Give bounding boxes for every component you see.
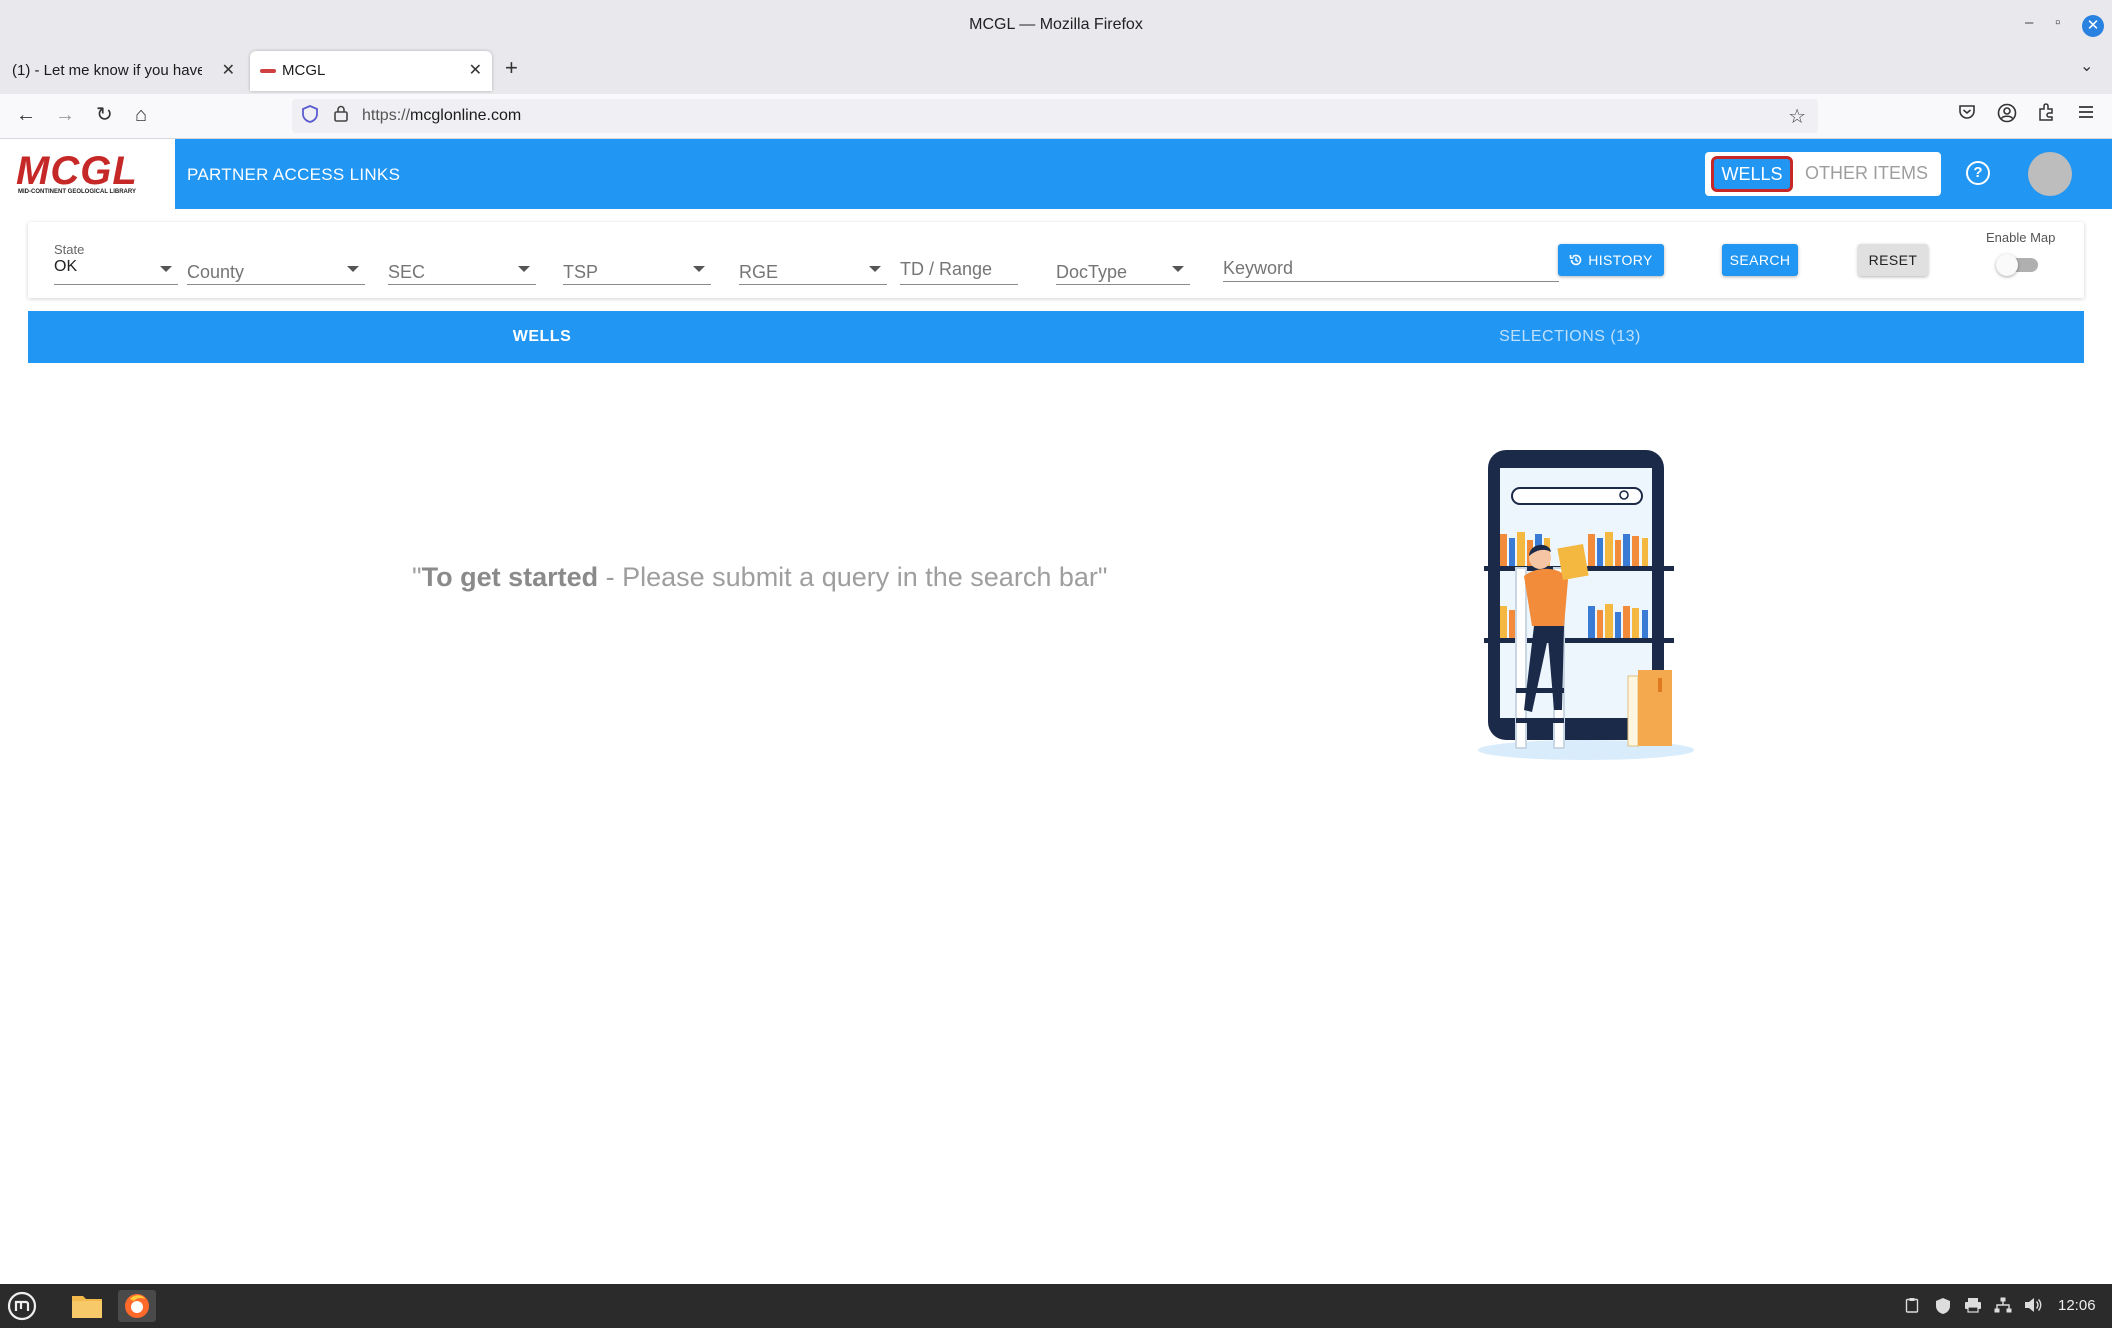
keyword-input[interactable]: Keyword [1223,222,1559,298]
history-label: HISTORY [1588,252,1653,268]
county-select[interactable]: County [187,222,365,298]
url-text[interactable]: https://mcglonline.com [362,107,521,125]
bookmark-star-icon[interactable]: ☆ [1788,104,1806,129]
tsp-placeholder: TSP [563,262,599,282]
library-illustration [1476,448,1706,763]
logo-subtitle: MID-CONTINENT GEOLOGICAL LIBRARY [18,189,136,195]
state-select[interactable]: State OK [54,222,178,298]
history-icon [1569,254,1582,266]
history-button[interactable]: HISTORY [1558,244,1664,276]
sec-placeholder: SEC [388,262,426,282]
keyword-placeholder: Keyword [1223,258,1294,278]
app-header: MCGL MID-CONTINENT GEOLOGICAL LIBRARY PA… [0,139,2112,209]
taskbar-clock[interactable]: 12:06 [2058,1297,2096,1314]
window-title: MCGL — Mozilla Firefox [969,16,1143,33]
td-range-input[interactable]: TD / Range [900,222,1018,298]
doctype-placeholder: DocType [1056,262,1128,282]
navigation-toolbar: ← → ↻ ⌂ https://mcglonline.com ☆ [0,94,2112,139]
tracking-protection-shield-icon[interactable] [302,105,318,128]
list-all-tabs-icon[interactable]: ⌄ [2080,56,2093,76]
pocket-icon[interactable] [1958,103,1976,127]
volume-icon[interactable] [2024,1297,2042,1318]
window-close-button[interactable]: ✕ [2082,15,2104,37]
menu-icon[interactable] [2077,103,2095,126]
logo-wordmark: MCGL [16,149,138,193]
mcgl-favicon-icon [260,69,276,73]
results-tabs: WELLS SELECTIONS (13) [28,311,2084,363]
partner-access-links[interactable]: PARTNER ACCESS LINKS [187,165,400,185]
tab-selections[interactable]: SELECTIONS (13) [1056,311,2084,363]
doctype-select[interactable]: DocType [1056,222,1190,298]
rge-select[interactable]: RGE [739,222,887,298]
chevron-down-icon [1172,266,1184,272]
mcgl-logo[interactable]: MCGL MID-CONTINENT GEOLOGICAL LIBRARY [0,139,175,209]
window-titlebar: MCGL — Mozilla Firefox – ▫ ✕ [0,0,2112,53]
browser-tab-chat[interactable]: (1) - Let me know if you have an ✕ [0,51,245,91]
wells-toggle-button[interactable]: WELLS [1711,156,1793,192]
chevron-down-icon [160,266,172,272]
home-icon[interactable]: ⌂ [135,104,147,126]
browser-tab-mcgl[interactable]: MCGL ✕ [250,51,492,91]
forward-icon[interactable]: → [55,104,75,126]
shield-icon[interactable] [1935,1297,1951,1320]
extensions-icon[interactable] [2037,103,2055,127]
user-avatar[interactable] [2028,152,2072,196]
url-bar[interactable]: https://mcglonline.com ☆ [292,99,1818,133]
county-placeholder: County [187,262,245,282]
back-icon[interactable]: ← [16,104,36,126]
chevron-down-icon [347,266,359,272]
network-icon[interactable] [1994,1297,2012,1318]
tab-close-icon[interactable]: ✕ [469,51,482,91]
account-icon[interactable] [1997,103,2017,129]
clipboard-icon[interactable] [1905,1297,1919,1318]
help-icon[interactable]: ? [1966,161,1990,185]
os-taskbar: 12:06 [0,1284,2112,1328]
start-menu-icon[interactable] [6,1290,38,1322]
tab-strip: (1) - Let me know if you have an ✕ MCGL … [0,47,2112,94]
chevron-down-icon [518,266,530,272]
printer-icon[interactable] [1964,1297,1982,1318]
toggle-knob [1996,254,2018,276]
enable-map-label: Enable Map [1986,230,2056,245]
tsp-select[interactable]: TSP [563,222,711,298]
reload-icon[interactable]: ↻ [96,104,113,126]
file-manager-icon[interactable] [70,1290,104,1322]
tab-wells[interactable]: WELLS [28,311,1056,363]
tab-close-icon[interactable]: ✕ [222,51,235,91]
tab-title: (1) - Let me know if you have an [12,62,202,79]
search-filter-bar: State OK County SEC TSP RGE TD / Range D… [28,222,2084,298]
search-button[interactable]: SEARCH [1722,244,1798,276]
state-value: OK [54,258,78,275]
lock-icon[interactable] [334,105,348,127]
tab-title: MCGL [282,62,326,79]
new-tab-button[interactable]: + [505,55,518,81]
chevron-down-icon [869,266,881,272]
category-toggle: WELLS OTHER ITEMS [1705,152,1941,196]
empty-state-message: "To get started - Please submit a query … [412,562,1108,592]
state-label: State [54,242,85,257]
empty-state-bold: To get started [421,562,599,592]
sec-select[interactable]: SEC [388,222,536,298]
reset-button[interactable]: RESET [1858,244,1928,276]
td-range-placeholder: TD / Range [900,259,993,279]
other-items-toggle-button[interactable]: OTHER ITEMS [1805,163,1928,184]
rge-placeholder: RGE [739,262,779,282]
minimize-button[interactable]: – [2025,14,2033,31]
chevron-down-icon [693,266,705,272]
enable-map-toggle[interactable] [1996,254,2038,276]
restore-button[interactable]: ▫ [2055,14,2060,31]
firefox-taskbar-icon[interactable] [118,1290,156,1322]
